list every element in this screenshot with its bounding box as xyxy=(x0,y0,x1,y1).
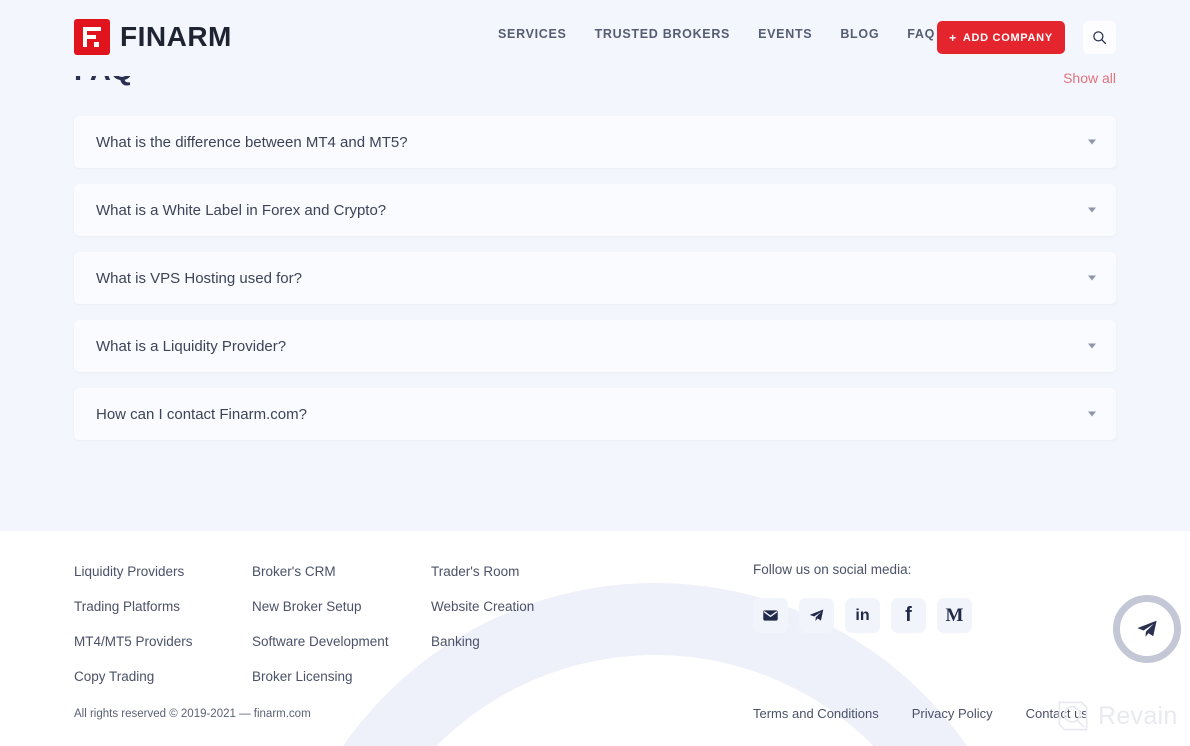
faq-question: What is a White Label in Forex and Crypt… xyxy=(96,201,387,219)
logo[interactable]: FINARM xyxy=(74,19,232,55)
footer-legal-links: Terms and Conditions Privacy Policy Cont… xyxy=(753,706,1088,721)
chevron-down-icon[interactable] xyxy=(1088,207,1096,213)
search-button[interactable] xyxy=(1083,21,1116,54)
footer-link-new-broker-setup[interactable]: New Broker Setup xyxy=(252,599,389,614)
footer-link-website-creation[interactable]: Website Creation xyxy=(431,599,534,614)
footer-link-banking[interactable]: Banking xyxy=(431,634,534,649)
footer-link-trading-platforms[interactable]: Trading Platforms xyxy=(74,599,193,614)
copyright-text: All rights reserved © 2019-2021 — finarm… xyxy=(74,708,311,720)
social-media-title: Follow us on social media: xyxy=(753,562,912,577)
footer-column-2: Broker's CRM New Broker Setup Software D… xyxy=(252,564,389,704)
chevron-down-icon[interactable] xyxy=(1088,275,1096,281)
medium-social-button[interactable]: M xyxy=(937,598,972,633)
footer-column-3: Trader's Room Website Creation Banking xyxy=(431,564,534,669)
faq-item[interactable]: What is a Liquidity Provider? xyxy=(74,320,1116,372)
show-all-link[interactable]: Show all xyxy=(1063,70,1116,86)
footer-link-traders-room[interactable]: Trader's Room xyxy=(431,564,534,579)
linkedin-icon: in xyxy=(855,606,870,624)
nav-item-events[interactable]: EVENTS xyxy=(758,27,812,41)
contact-us-link[interactable]: Contact us xyxy=(1026,706,1088,721)
faq-question: What is a Liquidity Provider? xyxy=(96,337,287,355)
page-root: FAQ Show all FINARM SERVICES TRUSTED BRO… xyxy=(0,0,1190,746)
nav-item-trusted-brokers[interactable]: TRUSTED BROKERS xyxy=(595,27,731,41)
faq-item[interactable]: How can I contact Finarm.com? xyxy=(74,388,1116,440)
plus-icon: + xyxy=(949,30,957,45)
nav-item-blog[interactable]: BLOG xyxy=(840,27,879,41)
footer-column-1: Liquidity Providers Trading Platforms MT… xyxy=(74,564,193,704)
main-nav: SERVICES TRUSTED BROKERS EVENTS BLOG FAQ xyxy=(498,27,935,41)
faq-item[interactable]: What is the difference between MT4 and M… xyxy=(74,116,1116,168)
faq-item[interactable]: What is a White Label in Forex and Crypt… xyxy=(74,184,1116,236)
faq-question: What is the difference between MT4 and M… xyxy=(96,133,408,151)
faq-question: What is VPS Hosting used for? xyxy=(96,269,302,287)
add-company-label: ADD COMPANY xyxy=(962,31,1053,44)
faq-accordion: What is the difference between MT4 and M… xyxy=(74,116,1116,456)
footer-link-broker-licensing[interactable]: Broker Licensing xyxy=(252,669,389,684)
faq-item[interactable]: What is VPS Hosting used for? xyxy=(74,252,1116,304)
search-icon xyxy=(1093,31,1107,45)
footer-link-copy-trading[interactable]: Copy Trading xyxy=(74,669,193,684)
facebook-icon: f xyxy=(905,604,912,626)
email-icon xyxy=(763,610,778,621)
linkedin-social-button[interactable]: in xyxy=(845,598,880,633)
telegram-social-button[interactable] xyxy=(799,598,834,633)
facebook-social-button[interactable]: f xyxy=(891,598,926,633)
terms-and-conditions-link[interactable]: Terms and Conditions xyxy=(753,706,879,721)
nav-item-services[interactable]: SERVICES xyxy=(498,27,567,41)
chevron-down-icon[interactable] xyxy=(1088,139,1096,145)
faq-question: How can I contact Finarm.com? xyxy=(96,405,307,423)
telegram-icon xyxy=(809,609,824,622)
site-footer: Liquidity Providers Trading Platforms MT… xyxy=(0,531,1190,746)
footer-link-brokers-crm[interactable]: Broker's CRM xyxy=(252,564,389,579)
footer-link-mt4-mt5-providers[interactable]: MT4/MT5 Providers xyxy=(74,634,193,649)
telegram-float-button[interactable] xyxy=(1113,595,1181,663)
medium-icon: M xyxy=(945,604,964,626)
email-social-button[interactable] xyxy=(753,598,788,633)
nav-item-faq[interactable]: FAQ xyxy=(907,27,935,41)
chevron-down-icon[interactable] xyxy=(1088,343,1096,349)
footer-link-liquidity-providers[interactable]: Liquidity Providers xyxy=(74,564,193,579)
footer-link-software-development[interactable]: Software Development xyxy=(252,634,389,649)
telegram-icon xyxy=(1137,620,1157,637)
privacy-policy-link[interactable]: Privacy Policy xyxy=(912,706,993,721)
chevron-down-icon[interactable] xyxy=(1088,411,1096,417)
social-media-block: Follow us on social media: in f M xyxy=(753,562,972,633)
site-header: FINARM SERVICES TRUSTED BROKERS EVENTS B… xyxy=(0,0,1190,76)
finarm-f-logo-icon xyxy=(74,19,110,55)
add-company-button[interactable]: + ADD COMPANY xyxy=(937,21,1065,54)
social-media-row: in f M xyxy=(753,598,972,633)
logo-text: FINARM xyxy=(120,21,232,52)
